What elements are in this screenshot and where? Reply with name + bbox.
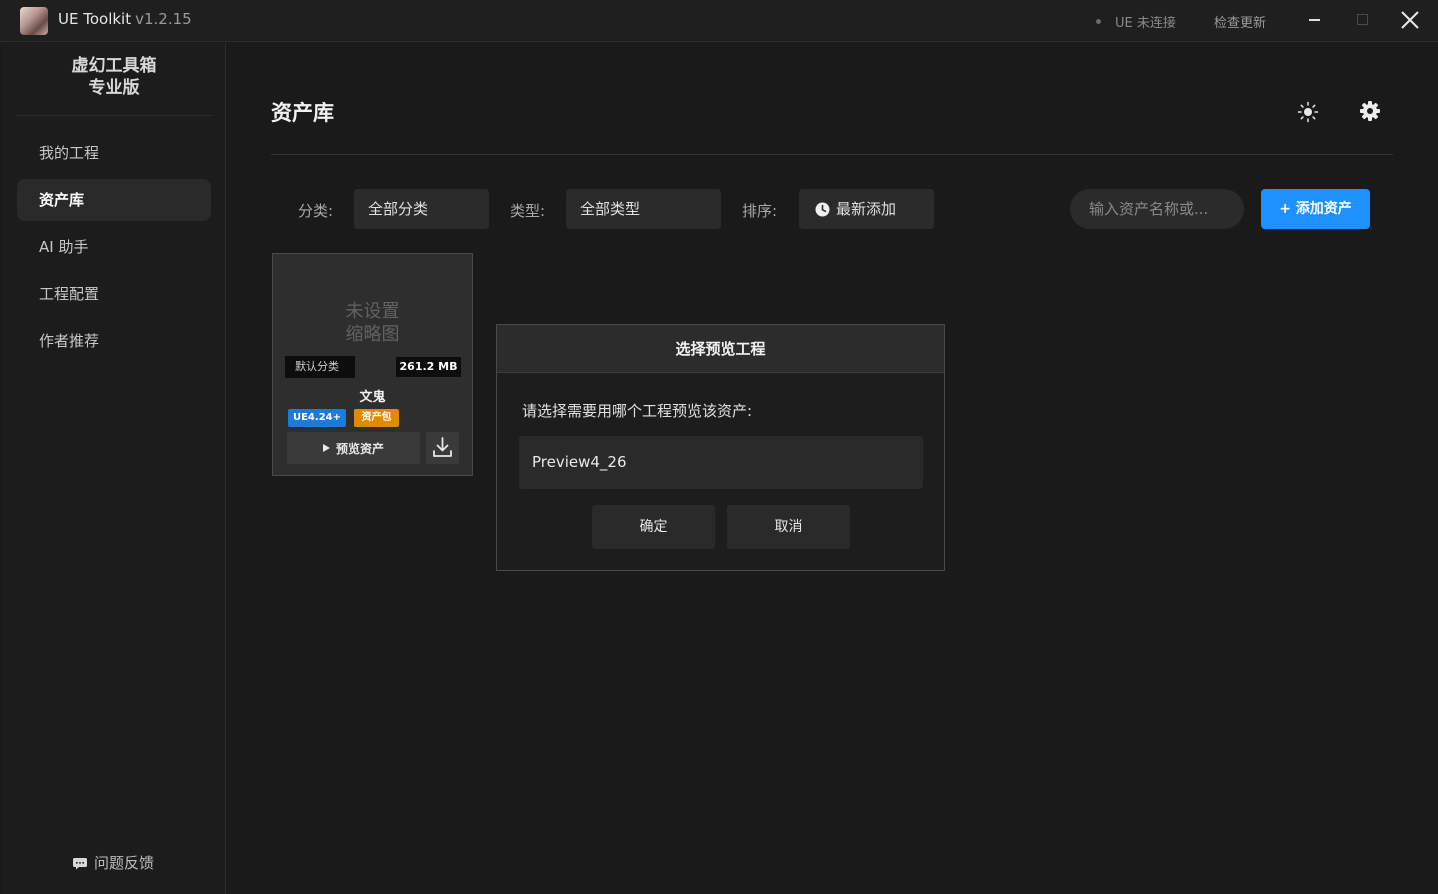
status-dot-icon [1096,19,1101,24]
version-tag: UE4.24+ [288,409,346,427]
app-logo [20,7,48,35]
brand-title: 虚幻工具箱 专业版 [2,55,226,99]
ue-status-text: UE 未连接 [1115,16,1176,31]
sidebar-item-asset-library[interactable]: 资产库 [17,179,211,221]
maximize-icon[interactable] [1357,14,1368,25]
check-update-button[interactable]: 检查更新 [1214,12,1266,31]
type-tag: 资产包 [354,409,399,427]
app-name: UE Toolkit [58,10,132,28]
sidebar: 虚幻工具箱 专业版 我的工程 资产库 AI 助手 工程配置 作者推荐 问题反馈 [2,43,226,894]
sort-label: 排序: [742,202,778,220]
clock-icon [815,202,830,216]
play-icon [322,444,330,452]
sidebar-item-ai-assistant[interactable]: AI 助手 [17,226,211,268]
thumbnail-placeholder: 未设置 缩略图 [273,300,472,346]
feedback-button[interactable]: 问题反馈 [72,852,154,873]
type-label: 类型: [510,202,546,220]
select-preview-project-dialog: 选择预览工程 请选择需要用哪个工程预览该资产: Preview4_26 确定 取… [496,324,945,571]
brand-line1: 虚幻工具箱 [71,56,157,76]
asset-card[interactable]: 未设置 缩略图 默认分类 261.2 MB 文鬼 UE4.24+ 资产包 预览资… [272,253,473,476]
app-title: UE Toolkit v1.2.15 [58,10,192,28]
sidebar-item-project-config[interactable]: 工程配置 [17,273,211,315]
ue-connection-status: UE 未连接 [1096,12,1176,31]
add-asset-button[interactable]: + 添加资产 [1261,189,1370,229]
app-version: v1.2.15 [135,10,192,28]
feedback-label: 问题反馈 [94,854,155,872]
search-input[interactable] [1070,189,1244,229]
size-badge: 261.2 MB [396,357,461,377]
sort-select[interactable]: 最新添加 [799,189,934,229]
preview-label: 预览资产 [335,441,384,456]
sun-icon[interactable] [1297,101,1319,123]
type-select[interactable]: 全部类型 [566,189,721,229]
title-divider [271,154,1393,155]
sort-value: 最新添加 [836,200,897,218]
project-option[interactable]: Preview4_26 [519,436,923,489]
preview-asset-button[interactable]: 预览资产 [287,432,420,464]
chat-icon [73,857,87,869]
brand-line2: 专业版 [88,78,140,98]
sidebar-item-author-picks[interactable]: 作者推荐 [17,320,211,362]
title-bar: UE Toolkit v1.2.15 UE 未连接 检查更新 [0,0,1438,42]
cancel-button[interactable]: 取消 [727,505,850,549]
confirm-button[interactable]: 确定 [592,505,715,549]
sidebar-item-my-projects[interactable]: 我的工程 [17,132,211,174]
asset-name: 文鬼 [359,390,386,405]
dialog-prompt: 请选择需要用哪个工程预览该资产: [522,402,753,420]
close-icon[interactable] [1398,8,1422,32]
thumb-line2: 缩略图 [345,324,400,345]
thumb-line1: 未设置 [345,301,400,322]
category-label: 分类: [298,202,334,220]
category-badge: 默认分类 [285,356,355,378]
page-title: 资产库 [271,101,334,125]
brand-divider [16,115,212,116]
download-icon[interactable] [426,432,459,464]
category-select[interactable]: 全部分类 [354,189,489,229]
minimize-icon[interactable] [1309,19,1320,21]
gear-icon[interactable] [1359,100,1381,122]
dialog-title: 选择预览工程 [497,325,944,373]
